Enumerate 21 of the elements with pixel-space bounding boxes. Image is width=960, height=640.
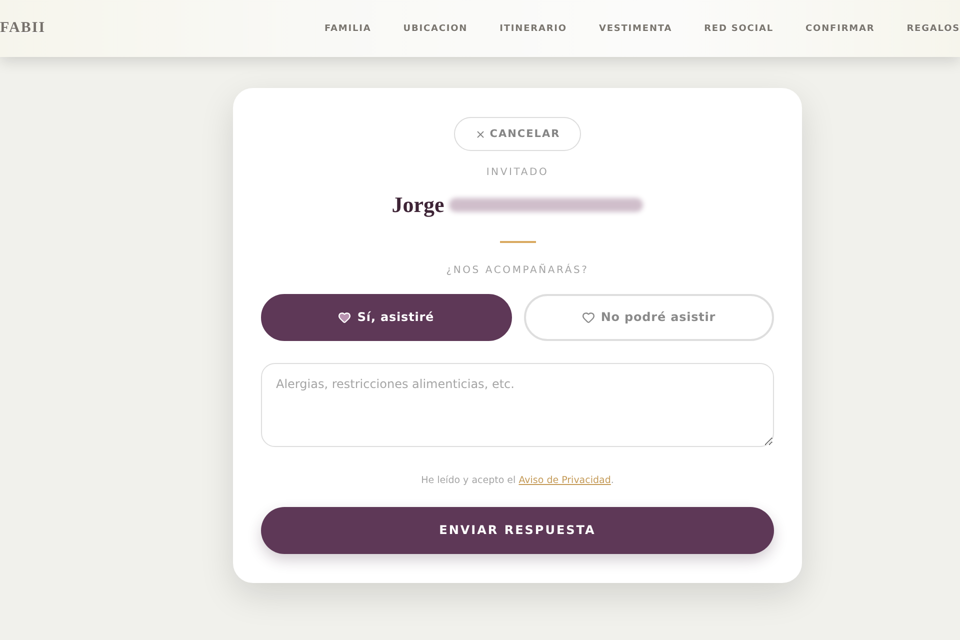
notes-field[interactable]: Alergias, restricciones alimenticias, etc. [261, 362, 774, 446]
cancel-button[interactable]: CANCELAR [454, 117, 581, 151]
close-icon [474, 128, 486, 140]
consent-text: He leído y acepto el Aviso de Privacidad. [421, 474, 614, 488]
guest-name: Jorge [392, 191, 444, 219]
nav-link[interactable]: UBICACION [403, 24, 468, 34]
nav-link[interactable]: RED SOCIAL [704, 24, 774, 34]
site-logo[interactable]: FABII [0, 20, 46, 37]
nav-link[interactable]: FAMILIA [324, 24, 372, 34]
nav-link[interactable]: CONFIRMAR [806, 24, 875, 34]
guest-label: INVITADO [486, 166, 549, 180]
heart-icon [338, 310, 352, 324]
submit-button[interactable]: ENVIAR RESPUESTA [261, 506, 774, 554]
heart-icon [582, 310, 595, 324]
attendance-question: ¿NOS ACOMPAÑARÁS? [446, 264, 589, 278]
privacy-link[interactable]: Aviso de Privacidad [518, 474, 611, 486]
nav-link[interactable]: VESTIMENTA [598, 24, 672, 34]
attendance-option-button[interactable]: No podré asistir [524, 294, 774, 340]
nav-link[interactable]: ITINERARIO [500, 24, 567, 34]
nav-link[interactable]: REGALOS [906, 24, 960, 34]
attendance-option-button[interactable]: Sí, asistiré [261, 294, 512, 340]
